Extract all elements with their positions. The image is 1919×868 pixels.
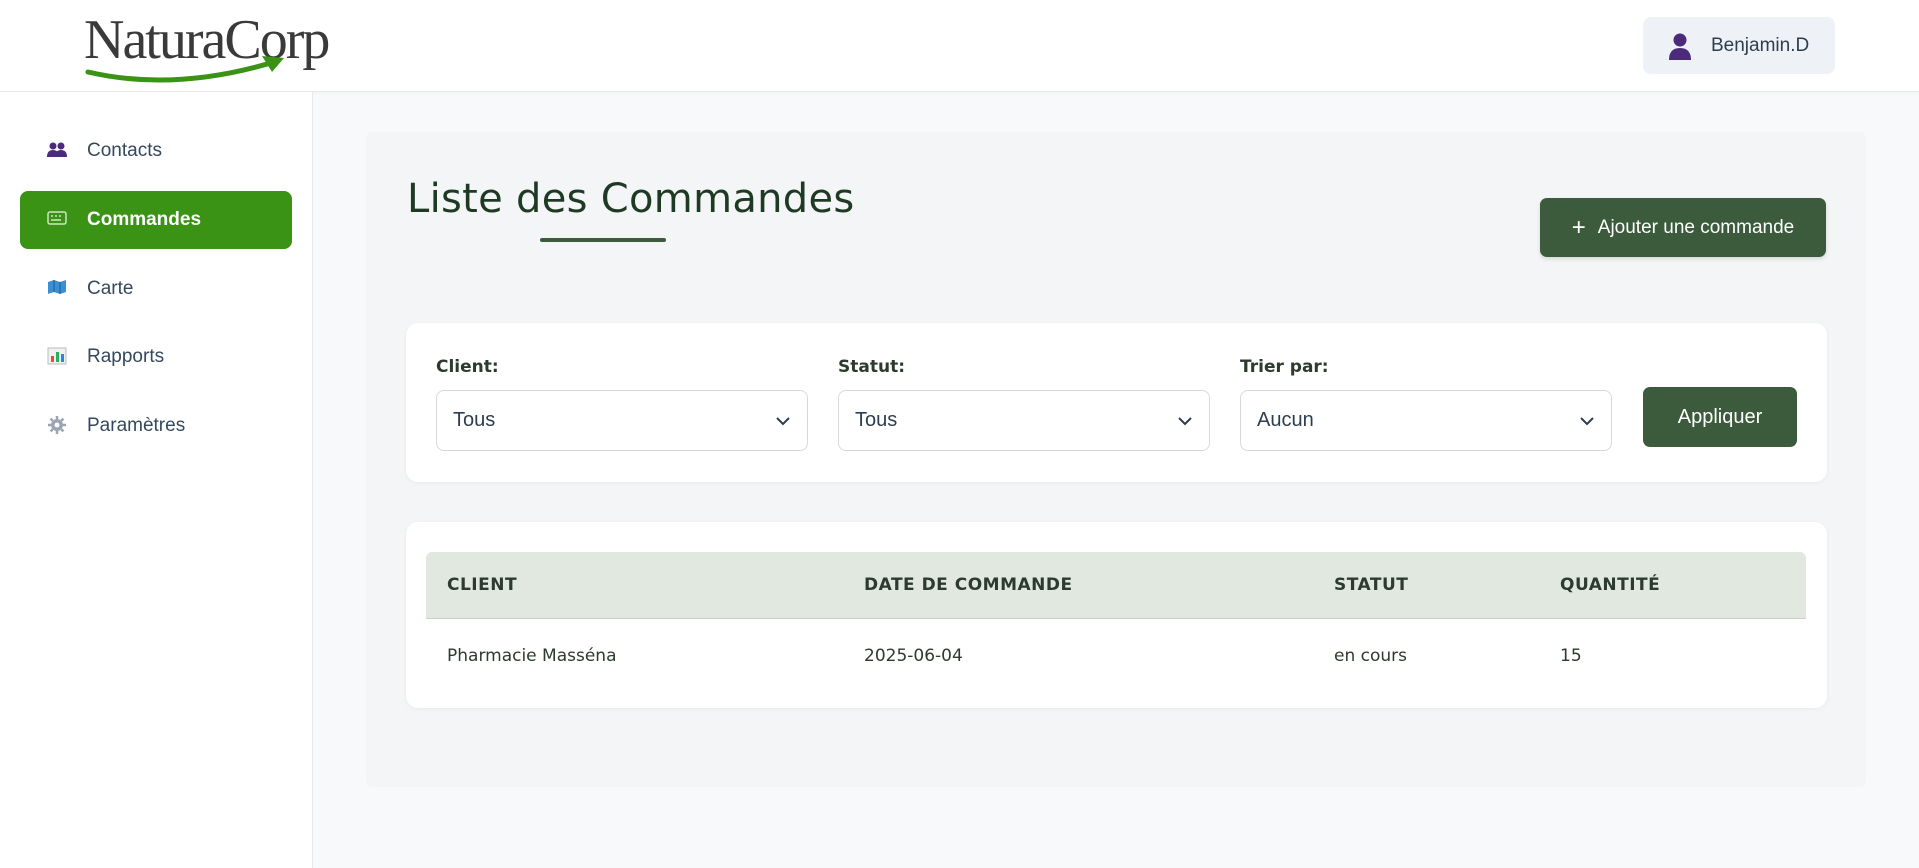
sort-filter-value: Aucun bbox=[1257, 409, 1314, 431]
sidebar-item-commandes[interactable]: Commandes bbox=[20, 191, 292, 249]
apply-filters-button[interactable]: Appliquer bbox=[1643, 387, 1797, 447]
status-filter-select[interactable]: Tous bbox=[838, 390, 1210, 451]
chevron-down-icon bbox=[1580, 416, 1594, 425]
cell-client: Pharmacie Masséna bbox=[447, 646, 617, 666]
add-order-label: Ajouter une commande bbox=[1597, 216, 1795, 238]
plus-icon: + bbox=[1571, 213, 1586, 241]
sidebar: Contacts Commandes Carte Rapports Paramè… bbox=[0, 92, 313, 868]
bar-chart-icon bbox=[47, 347, 67, 367]
sidebar-item-label: Carte bbox=[87, 278, 134, 299]
add-order-button[interactable]: + Ajouter une commande bbox=[1540, 198, 1826, 257]
cell-quantity: 15 bbox=[1560, 646, 1582, 666]
sidebar-item-parametres[interactable]: Paramètres bbox=[20, 397, 292, 455]
sidebar-item-label: Rapports bbox=[87, 346, 165, 367]
page-title: Liste des Commandes bbox=[407, 176, 855, 222]
sort-filter-label: Trier par: bbox=[1240, 357, 1329, 377]
client-filter-select[interactable]: Tous bbox=[436, 390, 808, 451]
title-underline bbox=[540, 238, 666, 242]
sidebar-item-label: Paramètres bbox=[87, 415, 186, 436]
naturacorp-logo[interactable]: NaturaCorp bbox=[84, 10, 330, 83]
map-icon bbox=[47, 279, 67, 299]
sidebar-item-carte[interactable]: Carte bbox=[20, 260, 292, 318]
chevron-down-icon bbox=[1178, 416, 1192, 425]
sidebar-item-contacts[interactable]: Contacts bbox=[20, 122, 292, 180]
chevron-down-icon bbox=[776, 416, 790, 425]
user-name: Benjamin.D bbox=[1711, 34, 1810, 56]
keyboard-icon bbox=[47, 210, 67, 230]
column-header-quantity[interactable]: QUANTITÉ bbox=[1560, 575, 1660, 595]
logo-swoosh-icon bbox=[85, 56, 284, 83]
cell-status: en cours bbox=[1334, 646, 1408, 666]
column-header-date[interactable]: DATE DE COMMANDE bbox=[864, 575, 1073, 595]
status-filter-value: Tous bbox=[855, 409, 898, 431]
column-header-status[interactable]: STATUT bbox=[1334, 575, 1408, 595]
user-icon bbox=[1669, 33, 1691, 60]
status-filter-label: Statut: bbox=[838, 357, 905, 377]
sort-filter-select[interactable]: Aucun bbox=[1240, 390, 1612, 451]
cell-date: 2025-06-04 bbox=[864, 646, 963, 666]
top-header: NaturaCorp Benjamin.D bbox=[0, 0, 1919, 92]
client-filter-value: Tous bbox=[453, 409, 496, 431]
user-menu-button[interactable]: Benjamin.D bbox=[1643, 17, 1835, 74]
sidebar-item-rapports[interactable]: Rapports bbox=[20, 328, 292, 386]
client-filter-label: Client: bbox=[436, 357, 499, 377]
sidebar-item-label: Contacts bbox=[87, 140, 162, 161]
people-icon bbox=[47, 141, 67, 161]
sidebar-item-label: Commandes bbox=[87, 209, 202, 230]
gear-icon bbox=[47, 416, 67, 436]
column-header-client[interactable]: CLIENT bbox=[447, 575, 517, 595]
